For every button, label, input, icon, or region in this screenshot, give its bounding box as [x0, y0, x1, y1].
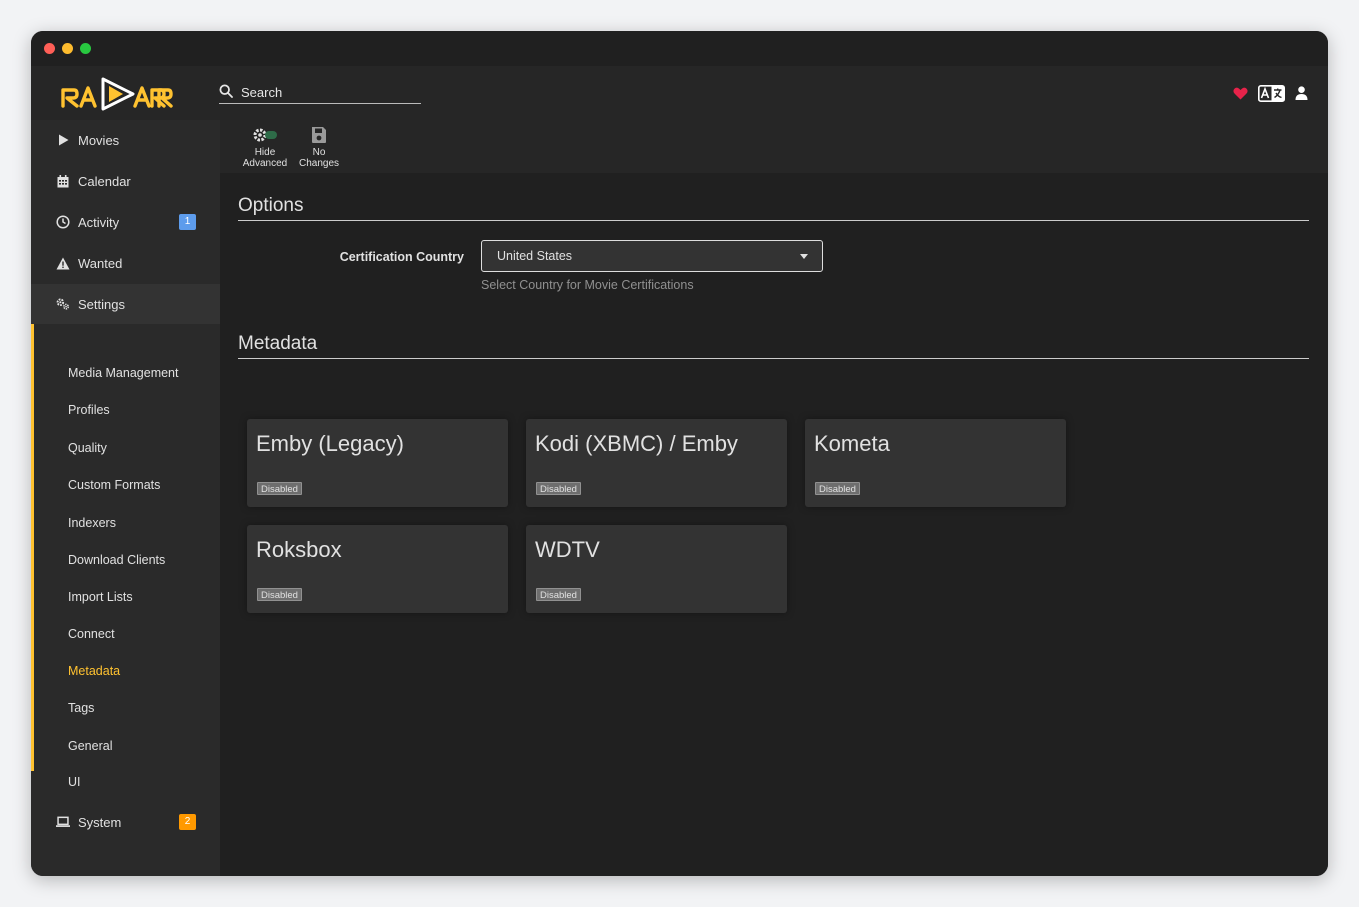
search-bar: [219, 82, 421, 104]
save-icon: [312, 127, 326, 143]
hide-advanced-button[interactable]: Hide Advanced: [240, 125, 290, 170]
translate-icon[interactable]: [1258, 84, 1285, 102]
header: [31, 66, 1328, 120]
status-badge: Disabled: [536, 588, 581, 601]
sidebar-item-label: Activity: [78, 214, 120, 230]
card-title: Kodi (XBMC) / Emby: [535, 431, 738, 456]
gear-toggle-icon: [253, 128, 277, 142]
sidebar-item-calendar[interactable]: Calendar: [31, 161, 220, 201]
sidebar-item-activity[interactable]: Activity 1: [31, 202, 220, 242]
user-icon[interactable]: [1295, 86, 1308, 100]
sidebar-subitem-media-management[interactable]: Media Management: [68, 363, 178, 383]
metadata-card-kodi-emby[interactable]: Kodi (XBMC) / Emby Disabled: [526, 419, 787, 507]
play-icon: [56, 133, 70, 147]
sidebar-item-system[interactable]: System 2: [31, 802, 220, 842]
certification-country-help: Select Country for Movie Certifications: [481, 278, 694, 292]
sidebar-item-label: Calendar: [78, 173, 131, 189]
metadata-card-emby-legacy[interactable]: Emby (Legacy) Disabled: [247, 419, 508, 507]
heart-icon[interactable]: [1233, 87, 1248, 100]
sidebar-subitem-ui[interactable]: UI: [68, 772, 81, 792]
metadata-card-wdtv[interactable]: WDTV Disabled: [526, 525, 787, 613]
status-badge: Disabled: [257, 588, 302, 601]
header-icons: [1233, 83, 1308, 103]
chevron-down-icon: [800, 254, 808, 259]
gears-icon: [56, 297, 70, 311]
certification-country-select[interactable]: United States: [481, 240, 823, 272]
sidebar-subitem-download-clients[interactable]: Download Clients: [68, 550, 165, 570]
activity-badge: 1: [179, 214, 196, 230]
sidebar-subitem-quality[interactable]: Quality: [68, 438, 107, 458]
metadata-card-roksbox[interactable]: Roksbox Disabled: [247, 525, 508, 613]
card-title: Kometa: [814, 431, 890, 456]
save-changes-button[interactable]: No Changes: [294, 125, 344, 170]
sidebar-subitem-metadata[interactable]: Metadata: [68, 661, 120, 681]
status-badge: Disabled: [257, 482, 302, 495]
app-window: Movies Calendar Activity 1 Wanted Settin…: [31, 31, 1328, 876]
title-bar: [31, 31, 1328, 66]
sidebar-subitem-indexers[interactable]: Indexers: [68, 513, 116, 533]
sidebar-subitem-custom-formats[interactable]: Custom Formats: [68, 475, 160, 495]
calendar-icon: [56, 174, 70, 188]
sidebar-item-label: Wanted: [78, 255, 123, 271]
sidebar-subitem-tags[interactable]: Tags: [68, 698, 94, 718]
search-input[interactable]: [241, 82, 416, 102]
hide-advanced-line1: Hide: [254, 147, 276, 158]
status-badge: Disabled: [815, 482, 860, 495]
hide-advanced-line2: Advanced: [242, 158, 288, 169]
sidebar-item-label: System: [78, 814, 122, 830]
sidebar-item-wanted[interactable]: Wanted: [31, 243, 220, 283]
sidebar: Movies Calendar Activity 1 Wanted Settin…: [31, 120, 220, 876]
maximize-window-button[interactable]: [80, 43, 91, 54]
sidebar-item-label: Movies: [78, 132, 120, 148]
laptop-icon: [56, 815, 70, 829]
close-window-button[interactable]: [44, 43, 55, 54]
no-changes-line1: No: [312, 147, 326, 158]
page-toolbar: Hide Advanced No Changes: [220, 120, 1328, 173]
sidebar-subitem-general[interactable]: General: [68, 736, 112, 756]
clock-icon: [56, 215, 70, 229]
sidebar-item-label: Settings: [78, 296, 125, 312]
metadata-card-kometa[interactable]: Kometa Disabled: [805, 419, 1066, 507]
card-title: Roksbox: [256, 537, 342, 562]
search-icon: [219, 84, 233, 98]
sidebar-item-settings[interactable]: Settings: [31, 284, 220, 324]
sidebar-item-movies[interactable]: Movies: [31, 120, 220, 160]
status-badge: Disabled: [536, 482, 581, 495]
options-section-title: Options: [238, 195, 1309, 221]
warning-icon: [56, 256, 70, 270]
sidebar-subitem-profiles[interactable]: Profiles: [68, 400, 110, 420]
settings-active-indicator: [31, 284, 34, 771]
certification-country-value: United States: [497, 249, 573, 263]
minimize-window-button[interactable]: [62, 43, 73, 54]
settings-content: Options Certification Country United Sta…: [220, 173, 1328, 876]
card-title: Emby (Legacy): [256, 431, 404, 456]
sidebar-subitem-import-lists[interactable]: Import Lists: [68, 587, 133, 607]
system-badge: 2: [179, 814, 196, 830]
certification-country-label: Certification Country: [339, 250, 464, 264]
sidebar-subitem-connect[interactable]: Connect: [68, 624, 115, 644]
metadata-section-title: Metadata: [238, 333, 1309, 359]
radarr-logo[interactable]: [61, 72, 173, 112]
no-changes-line2: Changes: [298, 158, 340, 169]
card-title: WDTV: [535, 537, 600, 562]
